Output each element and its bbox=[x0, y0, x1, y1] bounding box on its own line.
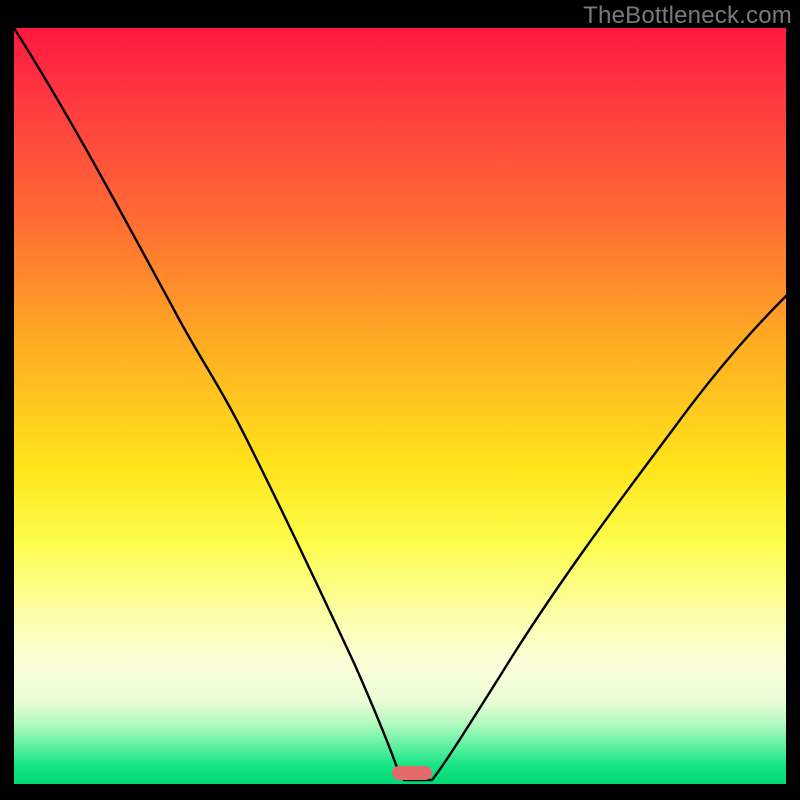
chart-frame: TheBottleneck.com bbox=[0, 0, 800, 800]
watermark-text: TheBottleneck.com bbox=[583, 2, 792, 30]
plot-area bbox=[14, 28, 786, 784]
min-marker bbox=[392, 766, 432, 780]
bottleneck-curve bbox=[14, 28, 786, 780]
curve-svg bbox=[14, 28, 786, 784]
